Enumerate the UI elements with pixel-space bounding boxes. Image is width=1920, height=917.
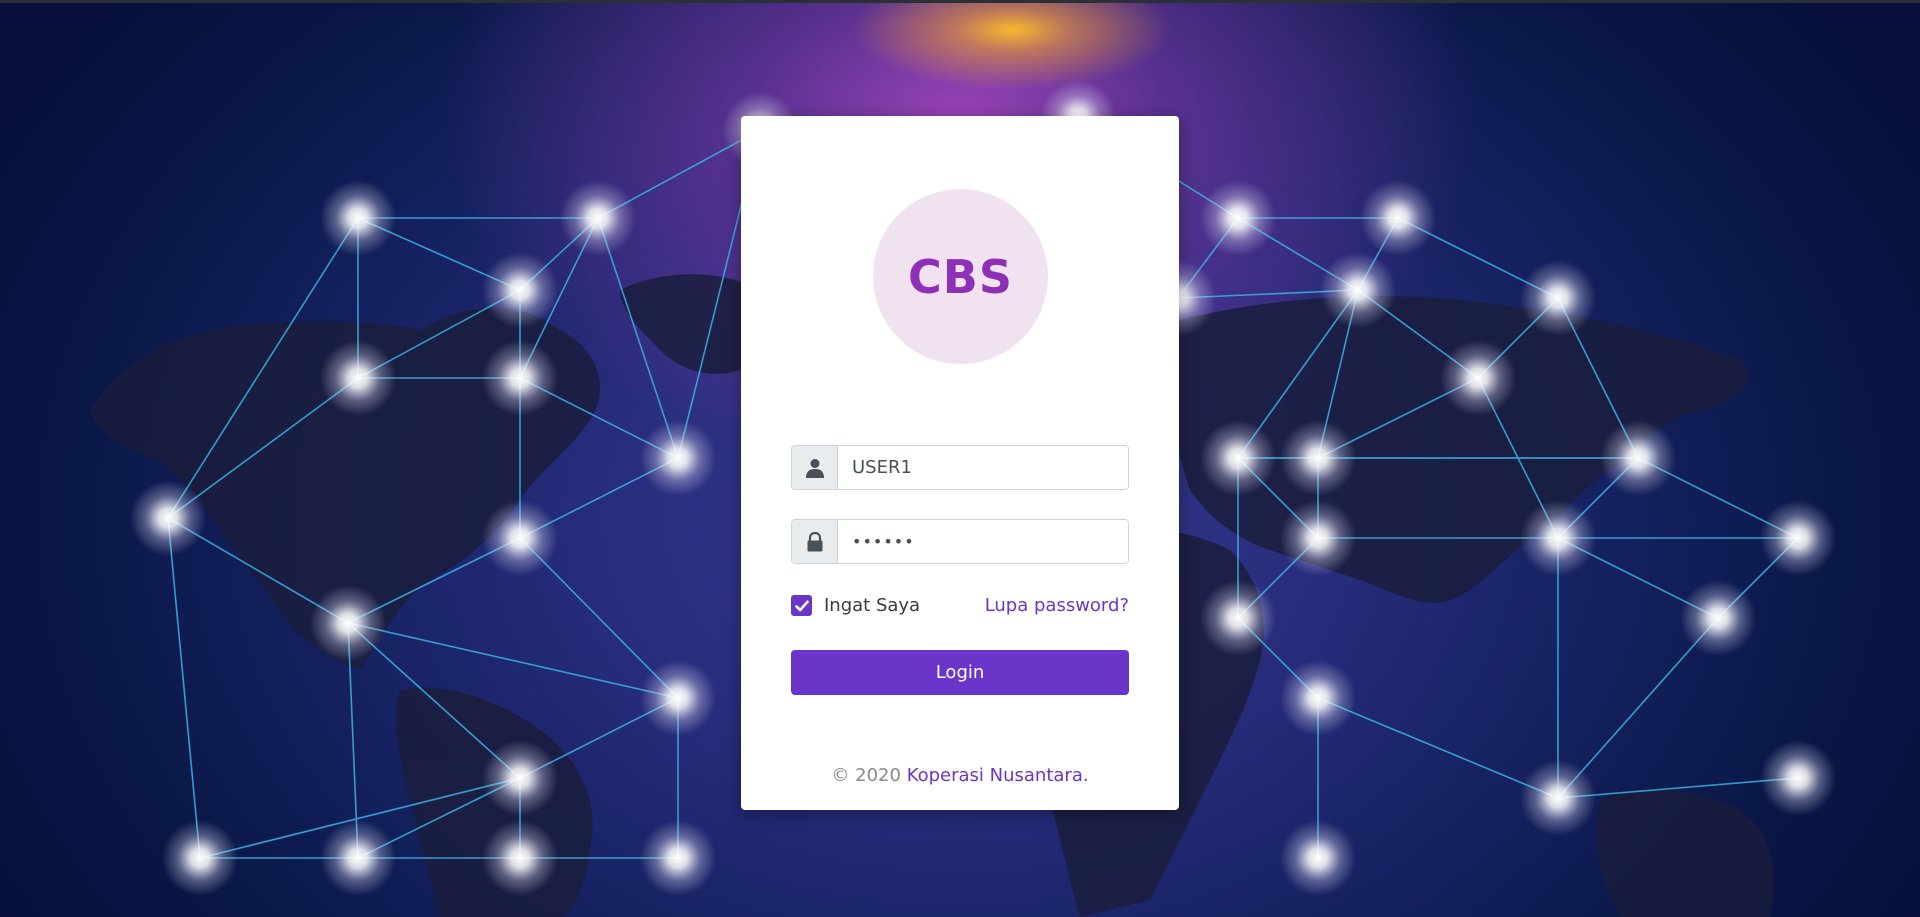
network-node-glow xyxy=(1760,740,1836,816)
network-node-glow xyxy=(1760,500,1836,576)
forgot-password-link[interactable]: Lupa password? xyxy=(985,595,1129,616)
top-border xyxy=(0,0,1920,3)
network-node-glow xyxy=(1520,260,1596,336)
network-node-glow xyxy=(1520,760,1596,836)
network-node-glow xyxy=(130,480,206,556)
network-node-glow xyxy=(320,340,396,416)
username-input[interactable] xyxy=(838,446,1128,489)
network-node-glow xyxy=(1280,820,1356,896)
login-card: CBS Ingat Saya Lupa password? Login xyxy=(741,116,1179,810)
network-node-glow xyxy=(1440,340,1516,416)
network-node-glow xyxy=(1200,580,1276,656)
network-node-glow xyxy=(482,820,558,896)
username-addon xyxy=(792,446,838,489)
footer-copyright: © 2020 xyxy=(831,765,901,786)
network-node-glow xyxy=(1680,580,1756,656)
network-node-glow xyxy=(310,585,386,661)
footer-company-link[interactable]: Koperasi Nusantara. xyxy=(907,765,1089,786)
network-node-glow xyxy=(1600,420,1676,496)
network-node-glow xyxy=(1320,252,1396,328)
password-addon xyxy=(792,520,838,563)
remember-label: Ingat Saya xyxy=(824,595,921,616)
login-button[interactable]: Login xyxy=(791,650,1129,695)
remember-me[interactable]: Ingat Saya xyxy=(791,595,920,616)
footer: © 2020 Koperasi Nusantara. xyxy=(741,765,1179,786)
network-node-glow xyxy=(482,340,558,416)
network-node-glow xyxy=(640,660,716,736)
network-line xyxy=(1317,697,1559,799)
network-node-glow xyxy=(482,252,558,328)
network-node-glow xyxy=(1280,660,1356,736)
logo-text: CBS xyxy=(908,249,1013,304)
network-node-glow xyxy=(1520,500,1596,576)
network-node-glow xyxy=(1200,180,1276,256)
logo-badge: CBS xyxy=(873,189,1048,364)
username-group xyxy=(791,445,1129,490)
network-node-glow xyxy=(1280,420,1356,496)
network-node-glow xyxy=(1360,180,1436,256)
user-icon xyxy=(805,458,824,478)
password-group xyxy=(791,519,1129,564)
check-icon xyxy=(794,600,809,611)
network-node-glow xyxy=(640,420,716,496)
network-line xyxy=(167,517,201,859)
network-node-glow xyxy=(640,820,716,896)
network-node-glow xyxy=(320,180,396,256)
remember-checkbox[interactable] xyxy=(791,595,812,616)
lock-icon xyxy=(807,531,822,551)
password-input[interactable] xyxy=(838,520,1128,563)
network-node-glow xyxy=(482,740,558,816)
network-node-glow xyxy=(320,820,396,896)
network-node-glow xyxy=(560,180,636,256)
network-node-glow xyxy=(482,500,558,576)
network-node-glow xyxy=(1200,420,1276,496)
network-line xyxy=(347,622,679,699)
network-node-glow xyxy=(162,820,238,896)
network-node-glow xyxy=(1280,500,1356,576)
